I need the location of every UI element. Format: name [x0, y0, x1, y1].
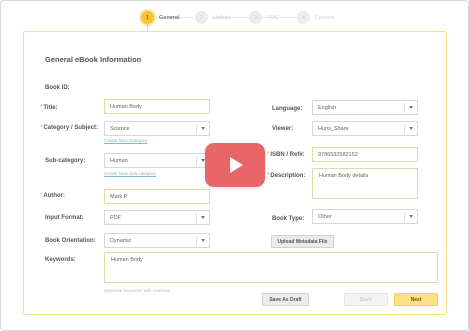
- input-format-label: Input Format:: [45, 215, 84, 221]
- app-window: 1 General 2 Upload 3 TOC 4 Convert Gener…: [0, 0, 469, 331]
- isbn-label: *ISBN / Ref#:: [267, 152, 305, 158]
- title-input[interactable]: Human Body: [104, 99, 210, 114]
- keywords-label: Keywords:: [45, 257, 76, 263]
- step-label: General: [159, 14, 180, 21]
- select-divider: [196, 236, 197, 245]
- upload-metadata-button[interactable]: Upload Metadata File: [271, 235, 334, 248]
- required-marker: *: [40, 125, 43, 131]
- step-label: Upload: [213, 14, 231, 21]
- select-divider: [404, 124, 405, 133]
- wizard-stepper: 1 General 2 Upload 3 TOC 4 Convert: [131, 9, 361, 29]
- author-input[interactable]: Mark P: [104, 189, 210, 204]
- chevron-down-icon: [409, 106, 413, 109]
- subcategory-value: Human: [110, 158, 128, 164]
- viewer-value: Huris_Share: [318, 126, 349, 132]
- play-button[interactable]: [205, 143, 265, 187]
- orientation-label: Book Orientation:: [45, 238, 96, 244]
- select-divider: [196, 156, 197, 165]
- create-subcategory-link[interactable]: Create New Sub-category: [104, 171, 156, 176]
- select-divider: [196, 213, 197, 222]
- category-label-text: Category / Subject:: [43, 125, 99, 131]
- step-number: 4: [297, 11, 310, 24]
- category-label: *Category / Subject:: [40, 125, 98, 131]
- title-label: *Title:: [40, 105, 58, 111]
- viewer-label: Viewer:: [272, 126, 294, 132]
- step-label: Convert: [315, 14, 335, 21]
- play-icon: [230, 157, 243, 173]
- chevron-down-icon: [201, 239, 205, 242]
- orientation-value: Dynamic: [110, 238, 132, 244]
- language-label: Language:: [272, 106, 303, 112]
- book-type-value: Other: [318, 214, 332, 220]
- book-id-label: Book ID:: [45, 85, 70, 91]
- required-marker: *: [267, 173, 270, 179]
- isbn-input[interactable]: 978653258215​2: [312, 147, 418, 162]
- create-category-link[interactable]: Create New Category: [104, 138, 147, 143]
- description-label: *Description:: [267, 173, 305, 179]
- chevron-down-icon: [201, 127, 205, 130]
- category-value: Science: [110, 126, 130, 132]
- input-format-select[interactable]: PDF: [104, 210, 210, 225]
- step-number: 3: [249, 11, 262, 24]
- title-label-text: Title:: [43, 105, 58, 111]
- language-select[interactable]: English: [312, 100, 418, 115]
- book-type-label: Book Type:: [272, 216, 305, 222]
- back-button[interactable]: Back: [344, 293, 388, 306]
- description-label-text: Description:: [270, 173, 306, 179]
- isbn-label-text: ISBN / Ref#:: [270, 152, 305, 158]
- chevron-down-icon: [201, 216, 205, 219]
- save-draft-button[interactable]: Save As Draft: [262, 293, 309, 306]
- required-marker: *: [40, 193, 43, 199]
- step-convert[interactable]: 4 Convert: [297, 11, 334, 24]
- form-title: General eBook Information: [45, 55, 142, 64]
- required-marker: *: [40, 105, 43, 111]
- input-format-value: PDF: [110, 215, 121, 221]
- chevron-down-icon: [409, 215, 413, 218]
- next-button[interactable]: Next: [394, 293, 438, 306]
- subcategory-label: Sub-category:: [45, 158, 86, 164]
- step-label: TOC: [267, 14, 279, 21]
- select-divider: [404, 212, 405, 221]
- author-label-text: Author:: [43, 193, 66, 199]
- step-upload[interactable]: 2 Upload: [195, 11, 230, 24]
- required-marker: *: [267, 152, 270, 158]
- select-divider: [196, 124, 197, 133]
- category-select[interactable]: Science: [104, 121, 210, 136]
- keywords-hint: Separate keywords with commas: [104, 288, 171, 293]
- author-label: *Author:: [40, 193, 65, 199]
- book-type-select[interactable]: Other: [312, 209, 418, 224]
- keywords-input[interactable]: Human Body: [104, 252, 438, 283]
- chevron-down-icon: [409, 127, 413, 130]
- step-toc[interactable]: 3 TOC: [249, 11, 279, 24]
- select-divider: [404, 103, 405, 112]
- subcategory-select[interactable]: Human: [104, 153, 210, 168]
- language-value: English: [318, 105, 337, 111]
- orientation-select[interactable]: Dynamic: [104, 233, 210, 248]
- step-number: 2: [195, 11, 208, 24]
- viewer-select[interactable]: Huris_Share: [312, 121, 418, 136]
- description-input[interactable]: Human Body details: [312, 168, 418, 199]
